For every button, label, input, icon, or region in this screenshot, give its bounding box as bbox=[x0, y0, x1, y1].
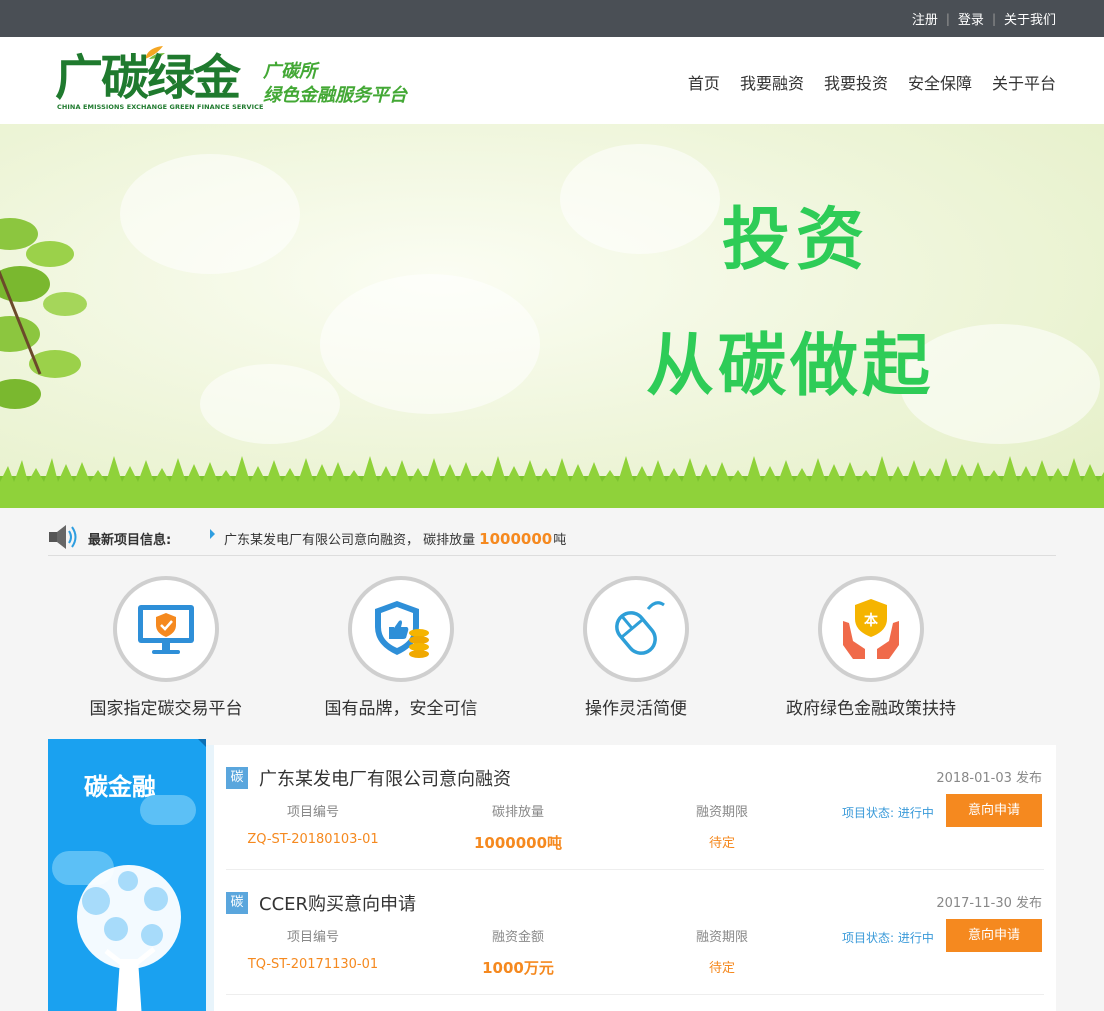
col-value: 1000万元 bbox=[482, 959, 554, 977]
col-header: 碳排放量 bbox=[491, 805, 544, 820]
monitor-shield-icon bbox=[138, 605, 194, 654]
ticker-unit: 吨 bbox=[553, 533, 567, 548]
col-value: 1000000吨 bbox=[473, 834, 563, 852]
feature-national-platform: 国家指定碳交易平台 bbox=[56, 576, 276, 719]
col-value: ZQ-ST-20180103-01 bbox=[247, 832, 379, 847]
logo-english: CHINA EMISSIONS EXCHANGE GREEN FINANCE S… bbox=[57, 103, 264, 111]
feature-circle bbox=[348, 576, 454, 682]
ticker-label: 最新项目信息: bbox=[88, 533, 172, 548]
project-name[interactable]: 广东某发电厂有限公司意向融资 bbox=[259, 765, 511, 791]
logo-mark: 广碳绿金 bbox=[55, 50, 241, 106]
about-us-link[interactable]: 关于我们 bbox=[1004, 9, 1056, 28]
col-header: 项目编号 bbox=[286, 805, 339, 820]
panel-corner bbox=[198, 739, 206, 749]
feature-easy-operation: 操作灵活简便 bbox=[526, 576, 746, 719]
col-header: 融资期限 bbox=[695, 805, 748, 820]
top-bar: 注册 | 登录 | 关于我们 bbox=[0, 0, 1104, 37]
carbon-tag: 碳 bbox=[226, 892, 248, 914]
ticker-number: 1000000 bbox=[479, 530, 553, 548]
svg-text:本: 本 bbox=[864, 612, 879, 629]
term-col: 融资期限 待定 bbox=[622, 801, 822, 851]
hero-banner: 投资 从碳做起 bbox=[0, 124, 1104, 508]
login-link[interactable]: 登录 bbox=[958, 9, 984, 28]
apply-button[interactable]: 意向申请 bbox=[946, 794, 1042, 827]
top-links: 注册 | 登录 | 关于我们 bbox=[912, 9, 1056, 29]
panel-title: 碳金融 bbox=[84, 773, 156, 801]
col-value: 待定 bbox=[708, 961, 735, 976]
project-name[interactable]: CCER购买意向申请 bbox=[259, 890, 416, 916]
speaker-icon bbox=[49, 525, 77, 549]
nav-about-platform[interactable]: 关于平台 bbox=[992, 70, 1056, 94]
nav-investing[interactable]: 我要投资 bbox=[824, 70, 888, 94]
col-value: 待定 bbox=[708, 836, 735, 851]
news-ticker: 最新项目信息: 广东某发电厂有限公司意向融资， 碳排放量 1000000吨 bbox=[48, 518, 1056, 556]
main-nav: 首页 我要融资 我要投资 安全保障 关于平台 bbox=[688, 70, 1056, 94]
col-header: 融资期限 bbox=[695, 930, 748, 945]
banner-decor bbox=[320, 274, 540, 414]
feature-caption: 操作灵活简便 bbox=[585, 699, 687, 719]
nav-financing[interactable]: 我要融资 bbox=[740, 70, 804, 94]
carbon-finance-panel: 碳金融 bbox=[48, 739, 206, 1011]
col-header: 项目编号 bbox=[286, 930, 339, 945]
project-status: 项目状态: 进行中 bbox=[842, 806, 934, 820]
ticker-item[interactable]: 广东某发电厂有限公司意向融资， 碳排放量 1000000吨 bbox=[224, 529, 566, 548]
project-status: 项目状态: 进行中 bbox=[842, 931, 934, 945]
ticker-text: 广东某发电厂有限公司意向融资， 碳排放量 bbox=[224, 533, 476, 548]
separator: | bbox=[945, 11, 950, 26]
project-number-col: 项目编号 TQ-ST-20171130-01 bbox=[213, 926, 413, 972]
col-header: 融资金额 bbox=[491, 930, 544, 945]
carbon-tag: 碳 bbox=[226, 767, 248, 789]
list-item: 碳 广东某发电厂有限公司意向融资 2018-01-03 发布 项目编号 ZQ-S… bbox=[226, 745, 1044, 870]
cloud-decor bbox=[140, 795, 196, 825]
banner-decor bbox=[200, 364, 340, 444]
term-col: 融资期限 待定 bbox=[622, 926, 822, 976]
feature-caption: 国有品牌，安全可信 bbox=[324, 699, 478, 719]
col-value: TQ-ST-20171130-01 bbox=[247, 957, 379, 972]
feature-caption: 政府绿色金融政策扶持 bbox=[786, 699, 956, 719]
emission-col: 碳排放量 1000000吨 bbox=[418, 801, 618, 853]
feature-state-brand: 国有品牌，安全可信 bbox=[291, 576, 511, 719]
separator: | bbox=[991, 11, 996, 26]
ticker-arrow-icon bbox=[210, 529, 215, 539]
banner-headline-1: 投资 bbox=[722, 201, 871, 280]
logo-line1: 广碳所 bbox=[263, 61, 317, 82]
hands-coin-icon: 本 bbox=[843, 599, 899, 659]
grass-decor bbox=[0, 456, 1104, 508]
banner-headline-2: 从碳做起 bbox=[646, 327, 935, 406]
shield-coins-icon bbox=[375, 601, 429, 658]
feature-circle bbox=[583, 576, 689, 682]
nav-home[interactable]: 首页 bbox=[688, 70, 720, 94]
feature-caption: 国家指定碳交易平台 bbox=[89, 699, 243, 719]
project-list: 碳 广东某发电厂有限公司意向融资 2018-01-03 发布 项目编号 ZQ-S… bbox=[214, 745, 1056, 1011]
tree-leaves-icon bbox=[0, 218, 87, 409]
feature-policy-support: 本 政府绿色金融政策扶持 bbox=[761, 576, 981, 719]
site-logo[interactable]: 广碳绿金 CHINA EMISSIONS EXCHANGE GREEN FINA… bbox=[55, 45, 435, 117]
apply-button[interactable]: 意向申请 bbox=[946, 919, 1042, 952]
banner-decor bbox=[120, 154, 300, 274]
register-link[interactable]: 注册 bbox=[912, 9, 938, 28]
publish-date: 2017-11-30 发布 bbox=[936, 896, 1042, 911]
mouse-icon bbox=[615, 601, 665, 655]
money-tree-icon bbox=[77, 865, 181, 1011]
nav-security[interactable]: 安全保障 bbox=[908, 70, 972, 94]
publish-date: 2018-01-03 发布 bbox=[936, 771, 1042, 786]
header: 广碳绿金 CHINA EMISSIONS EXCHANGE GREEN FINA… bbox=[0, 37, 1104, 124]
logo-line2: 绿色金融服务平台 bbox=[263, 85, 407, 106]
list-item: 碳 CCER购买意向申请 2017-11-30 发布 项目编号 TQ-ST-20… bbox=[226, 870, 1044, 995]
amount-col: 融资金额 1000万元 bbox=[418, 926, 618, 978]
feature-circle bbox=[113, 576, 219, 682]
banner-decor bbox=[560, 144, 720, 254]
project-number-col: 项目编号 ZQ-ST-20180103-01 bbox=[213, 801, 413, 847]
feature-circle: 本 bbox=[818, 576, 924, 682]
